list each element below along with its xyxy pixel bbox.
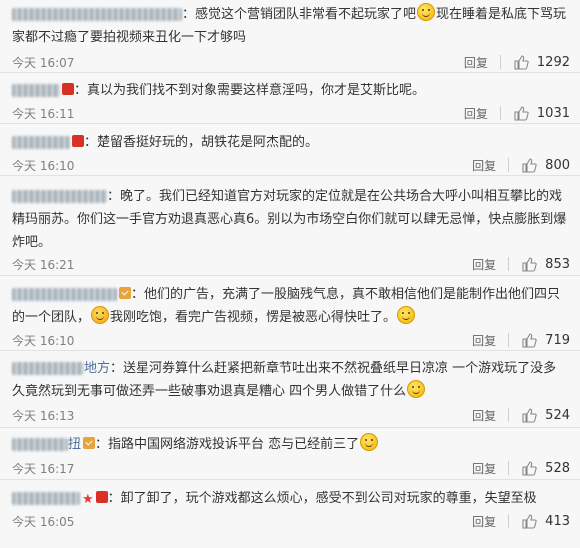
comment-item: ：真以为我们找不到对象需要这样意淫吗，你才是艾斯比呢。 今天 16:11 回复 … — [0, 73, 580, 124]
smile-emoji-icon — [360, 433, 379, 451]
like-button[interactable]: 528 — [509, 460, 570, 476]
blurred-username[interactable] — [12, 438, 68, 451]
vip-badge-icon — [119, 287, 131, 299]
blurred-username[interactable] — [12, 190, 107, 203]
comment-text: ：楚留香挺好玩的，胡铁花是阿杰配的。 — [12, 131, 568, 154]
like-button[interactable]: 413 — [509, 513, 570, 529]
thumbs-up-icon — [514, 55, 529, 70]
like-count: 528 — [545, 460, 570, 476]
username-suffix[interactable]: 扭 — [68, 437, 81, 452]
thumbs-up-icon — [522, 257, 537, 272]
comment-item: 地方：送星河券算什么赶紧把新章节吐出来不然祝叠纸早日凉凉 一个游戏玩了没多久竟然… — [0, 351, 580, 428]
like-count: 524 — [545, 407, 570, 423]
laughing-emoji-icon — [91, 306, 110, 324]
like-count: 800 — [545, 157, 570, 173]
blurred-username[interactable] — [12, 362, 84, 375]
blurred-username[interactable] — [12, 288, 117, 301]
reply-button[interactable]: 回复 — [472, 157, 508, 174]
blurred-username[interactable] — [12, 8, 182, 21]
reply-button[interactable]: 回复 — [472, 513, 508, 530]
comment-text: 地方：送星河券算什么赶紧把新章节吐出来不然祝叠纸早日凉凉 一个游戏玩了没多久竟然… — [12, 361, 557, 399]
reply-button[interactable]: 回复 — [472, 407, 508, 424]
smile-emoji-icon — [397, 306, 416, 324]
reply-button[interactable]: 回复 — [472, 332, 508, 349]
smile-emoji-icon — [417, 3, 436, 21]
comment-item: 扭：指路中国网络游戏投诉平台 恋与已经前三了 今天 16:17 回复 528 — [0, 428, 580, 480]
vip-badge-icon — [83, 437, 96, 449]
like-button[interactable]: 524 — [509, 407, 570, 423]
comment-time: 今天 16:10 — [12, 334, 75, 348]
comment-item: ：感觉这个营销团队非常看不起玩家了吧 现在睡着是私底下骂玩家都不过瘾了要拍视频来丑… — [0, 0, 580, 73]
comment-time: 今天 16:17 — [12, 462, 75, 476]
comment-text: ：真以为我们找不到对象需要这样意淫吗，你才是艾斯比呢。 — [12, 79, 568, 102]
comment-time: 今天 16:13 — [12, 409, 75, 423]
comment-time: 今天 16:07 — [12, 56, 75, 70]
like-button[interactable]: 800 — [509, 157, 570, 173]
like-count: 853 — [545, 256, 570, 272]
comment-item: ★ ：卸了卸了，玩个游戏都这么烦心，感受不到公司对玩家的尊重，失望至极 今天 16… — [0, 480, 580, 548]
comment-text: ★ ：卸了卸了，玩个游戏都这么烦心，感受不到公司对玩家的尊重，失望至极 — [12, 487, 568, 510]
blurred-username[interactable] — [12, 492, 80, 505]
reply-button[interactable]: 回复 — [464, 54, 500, 71]
comment-item: ：他们的广告，充满了一股脑残气息，真不敢相信他们是能制作出他们四只的一个团队，我… — [0, 276, 580, 351]
member-badge-icon — [95, 491, 108, 503]
like-count: 719 — [545, 332, 570, 348]
comment-time: 今天 16:21 — [12, 258, 75, 272]
reply-button[interactable]: 回复 — [472, 460, 508, 477]
smile-emoji-icon — [407, 380, 426, 398]
star-badge-icon: ★ — [82, 492, 94, 507]
comment-list: ：感觉这个营销团队非常看不起玩家了吧 现在睡着是私底下骂玩家都不过瘾了要拍视频来丑… — [0, 0, 580, 548]
comment-item: ：楚留香挺好玩的，胡铁花是阿杰配的。 今天 16:10 回复 800 — [0, 124, 580, 176]
comment-time: 今天 16:05 — [12, 515, 75, 529]
comment-text: ：感觉这个营销团队非常看不起玩家了吧 现在睡着是私底下骂玩家都不过瘾了要拍视频来丑… — [12, 3, 568, 49]
like-count: 1031 — [536, 105, 570, 121]
thumbs-up-icon — [522, 333, 537, 348]
reply-button[interactable]: 回复 — [464, 105, 500, 122]
reply-button[interactable]: 回复 — [472, 256, 508, 273]
username-suffix[interactable]: 地方 — [84, 361, 110, 376]
comment-text: 扭：指路中国网络游戏投诉平台 恋与已经前三了 — [12, 433, 568, 456]
thumbs-up-icon — [522, 408, 537, 423]
blurred-username[interactable] — [12, 136, 70, 149]
member-badge-icon — [62, 83, 74, 95]
comment-time: 今天 16:10 — [12, 159, 75, 173]
like-count: 413 — [545, 513, 570, 529]
like-count: 1292 — [536, 54, 570, 70]
thumbs-up-icon — [522, 514, 537, 529]
member-badge-icon — [72, 135, 84, 147]
like-button[interactable]: 1031 — [501, 105, 570, 121]
like-button[interactable]: 1292 — [501, 54, 570, 70]
comment-text: ：晚了。我们已经知道官方对玩家的定位就是在公共场合大呼小叫相互攀比的戏精玛丽苏。… — [12, 189, 567, 250]
like-button[interactable]: 719 — [509, 332, 570, 348]
comment-time: 今天 16:11 — [12, 107, 75, 121]
comment-item: ：晚了。我们已经知道官方对玩家的定位就是在公共场合大呼小叫相互攀比的戏精玛丽苏。… — [0, 176, 580, 276]
thumbs-up-icon — [522, 461, 537, 476]
blurred-username[interactable] — [12, 84, 60, 97]
like-button[interactable]: 853 — [509, 256, 570, 272]
comment-text: ：他们的广告，充满了一股脑残气息，真不敢相信他们是能制作出他们四只的一个团队，我… — [12, 287, 561, 325]
thumbs-up-icon — [522, 158, 537, 173]
thumbs-up-icon — [514, 106, 529, 121]
